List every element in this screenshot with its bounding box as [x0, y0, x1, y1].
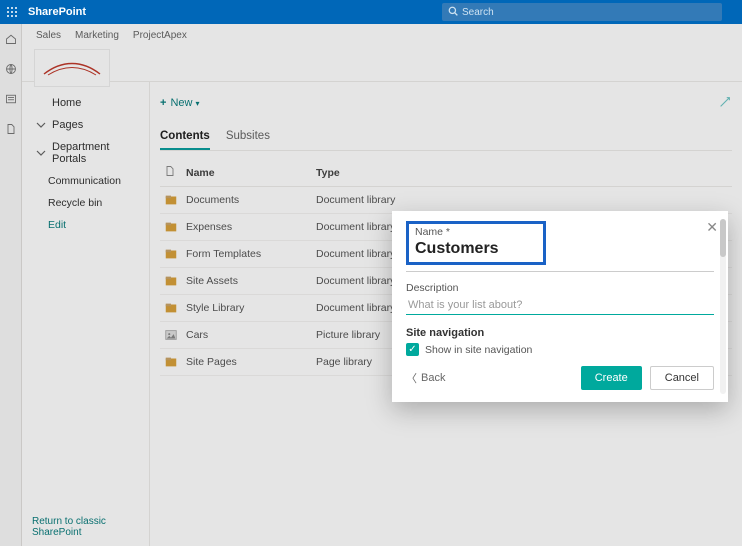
row-name[interactable]: Cars	[182, 322, 312, 349]
hub-link[interactable]: Marketing	[75, 30, 119, 41]
name-field-highlight: Name *	[406, 221, 546, 265]
show-in-nav-label: Show in site navigation	[425, 344, 532, 356]
row-icon	[160, 322, 182, 349]
tab-subsites[interactable]: Subsites	[226, 130, 270, 150]
nav-department-portals[interactable]: Department Portals	[22, 136, 149, 170]
command-bar: + New ▾	[160, 90, 732, 116]
search-icon	[448, 6, 458, 19]
nav-edit[interactable]: Edit	[22, 214, 149, 236]
row-icon	[160, 187, 182, 214]
rail-home-icon[interactable]	[5, 32, 17, 50]
col-type-header[interactable]: Type	[312, 159, 412, 187]
hub-link[interactable]: Sales	[36, 30, 61, 41]
name-label: Name *	[415, 226, 537, 238]
checkbox-checked-icon[interactable]: ✓	[406, 343, 419, 356]
cancel-button[interactable]: Cancel	[650, 366, 714, 390]
app-launcher-icon[interactable]	[0, 0, 24, 24]
new-button[interactable]: New ▾	[170, 97, 199, 109]
nav-pages[interactable]: Pages	[22, 114, 149, 136]
row-name[interactable]: Style Library	[182, 295, 312, 322]
row-type: Document library	[312, 187, 412, 214]
list-name-input[interactable]	[415, 240, 537, 258]
row-icon	[160, 241, 182, 268]
row-name[interactable]: Site Pages	[182, 349, 312, 376]
chevron-down-icon	[36, 148, 46, 158]
col-items-header[interactable]	[412, 159, 472, 187]
row-items	[412, 187, 472, 214]
nav-recycle-bin[interactable]: Recycle bin	[22, 192, 149, 214]
create-button[interactable]: Create	[581, 366, 642, 390]
row-icon	[160, 295, 182, 322]
description-label: Description	[406, 282, 714, 294]
col-modified-header[interactable]	[472, 159, 732, 187]
table-row[interactable]: DocumentsDocument library	[160, 187, 732, 214]
app-rail	[0, 24, 22, 546]
chevron-left-icon: 〈	[406, 370, 417, 386]
dialog-scrollbar[interactable]	[720, 219, 726, 394]
site-navigation-heading: Site navigation	[406, 327, 714, 339]
hub-link[interactable]: ProjectApex	[133, 30, 187, 41]
table-header-row: Name Type	[160, 159, 732, 187]
close-icon[interactable]: ✕	[706, 219, 718, 236]
left-nav: Home Pages Department Portals Communicat…	[22, 82, 150, 546]
col-icon-header	[160, 159, 182, 187]
chevron-down-icon: ▾	[196, 99, 200, 108]
row-name[interactable]: Form Templates	[182, 241, 312, 268]
chevron-down-icon	[36, 120, 46, 130]
create-list-dialog: ✕ Name * Description Site navigation ✓ S…	[392, 211, 728, 402]
row-modified	[472, 187, 732, 214]
row-name[interactable]: Expenses	[182, 214, 312, 241]
nav-home[interactable]: Home	[22, 92, 149, 114]
row-icon	[160, 214, 182, 241]
row-name[interactable]: Site Assets	[182, 268, 312, 295]
search-box[interactable]	[442, 3, 722, 21]
hub-links: Sales Marketing ProjectApex	[36, 30, 187, 41]
rail-news-icon[interactable]	[5, 92, 17, 110]
tab-contents[interactable]: Contents	[160, 130, 210, 150]
site-header: Sales Marketing ProjectApex	[22, 24, 742, 82]
row-icon	[160, 268, 182, 295]
settings-icon[interactable]	[718, 95, 732, 112]
suite-bar: SharePoint	[0, 0, 742, 24]
brand-label: SharePoint	[28, 6, 86, 18]
row-name[interactable]: Documents	[182, 187, 312, 214]
search-input[interactable]	[462, 7, 716, 18]
back-button[interactable]: 〈 Back	[406, 370, 445, 386]
plus-icon: +	[160, 97, 166, 109]
rail-files-icon[interactable]	[5, 122, 17, 140]
pivot-tabs: Contents Subsites	[160, 130, 732, 151]
list-description-input[interactable]	[406, 296, 714, 315]
rail-globe-icon[interactable]	[5, 62, 17, 80]
return-classic-link[interactable]: Return to classic SharePoint	[22, 508, 149, 546]
nav-communication[interactable]: Communication	[22, 170, 149, 192]
show-in-nav-row[interactable]: ✓ Show in site navigation	[406, 343, 714, 356]
col-name-header[interactable]: Name	[182, 159, 312, 187]
row-icon	[160, 349, 182, 376]
